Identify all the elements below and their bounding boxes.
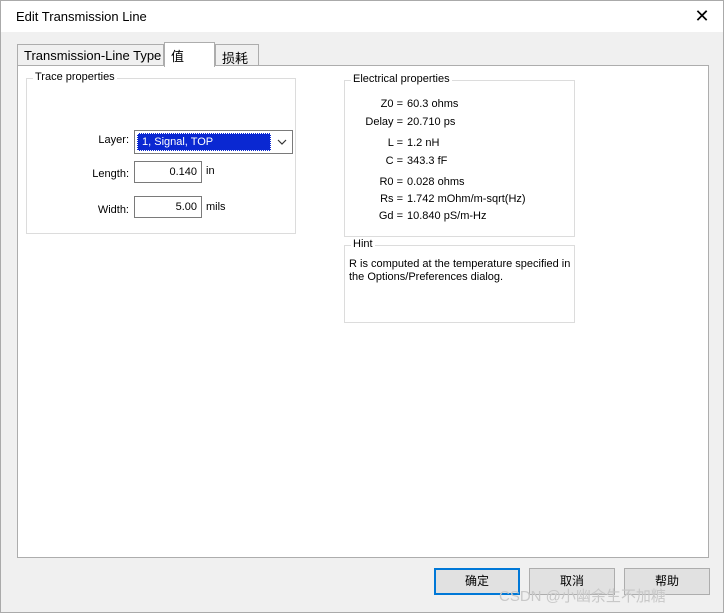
- layer-label: Layer:: [98, 134, 129, 146]
- hint-group: Hint R is computed at the temperature sp…: [344, 238, 575, 323]
- tab-panel: Trace properties Layer: 1, Signal, TOP L…: [17, 65, 709, 558]
- layer-select-value: 1, Signal, TOP: [137, 133, 271, 151]
- r0-value: 0.028 ohms: [407, 176, 465, 188]
- tab-transmission-line-type[interactable]: Transmission-Line Type: [17, 44, 164, 66]
- hint-text: R is computed at the temperature specifi…: [349, 258, 571, 283]
- title-bar: Edit Transmission Line ✕: [1, 1, 723, 32]
- chevron-down-icon: [277, 139, 287, 145]
- length-label: Length:: [92, 168, 129, 180]
- r0-name: R0 =: [379, 176, 403, 188]
- tab-values[interactable]: 值: [164, 42, 215, 67]
- width-label: Width:: [97, 204, 129, 216]
- rs-name: Rs =: [380, 193, 403, 205]
- width-unit: mils: [206, 201, 226, 213]
- gd-name: Gd =: [378, 210, 403, 222]
- hint-title: Hint: [351, 238, 375, 250]
- length-field[interactable]: 0.140: [134, 161, 202, 183]
- l-value: 1.2 nH: [407, 137, 440, 149]
- close-icon[interactable]: ✕: [689, 5, 715, 27]
- electrical-properties-group: Electrical properties Z0 = 60.3 ohms Del…: [344, 73, 575, 237]
- electrical-properties-title: Electrical properties: [351, 73, 452, 85]
- delay-value: 20.710 ps: [407, 116, 456, 128]
- delay-name: Delay =: [365, 116, 403, 128]
- tab-loss[interactable]: 损耗: [215, 44, 259, 66]
- c-value: 343.3 fF: [407, 155, 448, 167]
- rs-value: 1.742 mOhm/m-sqrt(Hz): [407, 193, 526, 205]
- watermark: CSDN @小幽余生不加糖: [499, 588, 666, 605]
- window-title: Edit Transmission Line: [16, 9, 147, 24]
- length-unit: in: [206, 165, 215, 177]
- width-field[interactable]: 5.00: [134, 196, 202, 218]
- trace-properties-group: Trace properties Layer: 1, Signal, TOP L…: [26, 71, 296, 234]
- l-name: L =: [387, 137, 403, 149]
- c-name: C =: [385, 155, 403, 167]
- z0-name: Z0 =: [380, 98, 403, 110]
- trace-properties-title: Trace properties: [33, 71, 117, 83]
- layer-select[interactable]: 1, Signal, TOP: [134, 130, 293, 154]
- gd-value: 10.840 pS/m-Hz: [407, 210, 487, 222]
- z0-value: 60.3 ohms: [407, 98, 459, 110]
- edit-transmission-line-dialog: Edit Transmission Line ✕ Transmission-Li…: [0, 0, 724, 613]
